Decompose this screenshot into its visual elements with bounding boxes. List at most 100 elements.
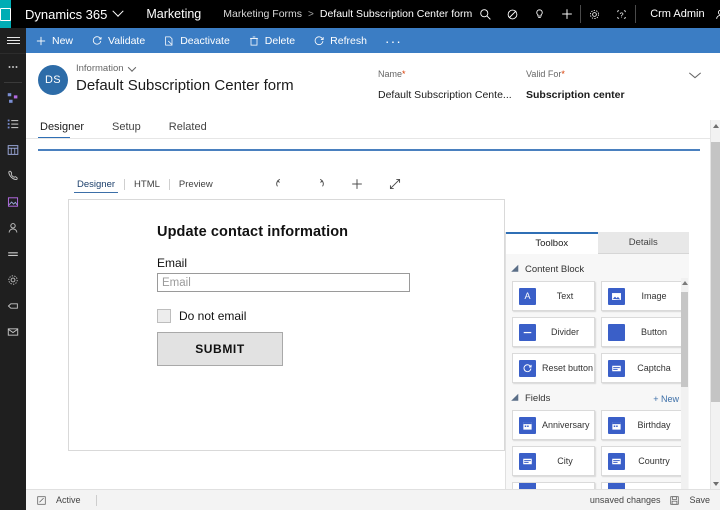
textfield-icon — [519, 453, 536, 470]
tile-anniversary[interactable]: Anniversary — [512, 410, 595, 440]
help-icon[interactable]: ? — [608, 0, 635, 28]
calendar-icon — [519, 417, 536, 434]
tab-details[interactable]: Details — [598, 232, 690, 254]
toolbox-scroll-thumb[interactable] — [681, 292, 688, 387]
designer-actions — [262, 177, 414, 191]
edit-icon[interactable] — [36, 495, 47, 506]
designer-mode-preview[interactable]: Preview — [170, 179, 222, 190]
plus-icon[interactable] — [553, 0, 580, 28]
header-field-validfor-value[interactable]: Subscription center — [526, 89, 674, 101]
designer-mode-designer[interactable]: Designer — [68, 179, 124, 190]
header-collapse-button[interactable] — [688, 71, 702, 83]
required-marker: * — [402, 69, 406, 79]
text-icon: A — [519, 288, 536, 305]
divider-icon — [519, 324, 536, 341]
breadcrumb-separator: > — [308, 9, 314, 20]
email-input[interactable]: Email — [157, 273, 410, 292]
toolbox-scrollbar[interactable] — [681, 278, 688, 500]
sidebar-item-segment[interactable] — [0, 241, 26, 267]
sidebar-item-recent[interactable] — [0, 54, 26, 80]
page-scroll-thumb[interactable] — [711, 142, 720, 402]
header-field-name-label: Name* — [378, 69, 526, 79]
app-name[interactable]: Marketing — [134, 7, 213, 21]
tile-label: City — [542, 456, 594, 466]
form-selector[interactable]: Information — [76, 63, 294, 74]
sidebar-item-tag[interactable] — [0, 293, 26, 319]
expand-icon[interactable] — [376, 177, 414, 191]
refresh-button[interactable]: Refresh — [304, 28, 376, 53]
sidebar-item-image[interactable] — [0, 189, 26, 215]
save-icon[interactable] — [669, 495, 680, 506]
overflow-button[interactable]: ··· — [376, 28, 411, 53]
sidebar-item-email[interactable] — [0, 319, 26, 345]
tile-label: Reset button — [542, 363, 594, 373]
sidebar-item-calendar[interactable] — [0, 137, 26, 163]
chevron-down-icon — [688, 71, 702, 80]
sidebar-item-contact[interactable] — [0, 215, 26, 241]
tag-icon — [6, 299, 20, 313]
app-launcher-icon[interactable] — [0, 0, 11, 28]
redo-icon[interactable] — [300, 177, 338, 191]
command-bar: New Validate Deactivate Delete Refresh ·… — [26, 28, 720, 53]
sidebar-item-settings[interactable] — [0, 267, 26, 293]
do-not-email-checkbox[interactable] — [157, 309, 171, 323]
form-canvas[interactable]: Update contact information Email Email D… — [68, 199, 505, 451]
tile-country[interactable]: Country — [601, 446, 684, 476]
toolbox-panel: Toolbox Details Content Block A Text — [505, 232, 689, 500]
textfield-icon — [608, 453, 625, 470]
collapse-triangle-icon — [511, 264, 522, 275]
page-scrollbar[interactable] — [710, 120, 720, 490]
tab-setup[interactable]: Setup — [110, 121, 153, 139]
validate-button[interactable]: Validate — [82, 28, 154, 53]
sidebar-item-phone[interactable] — [0, 163, 26, 189]
save-button[interactable]: Save — [689, 495, 710, 505]
tile-captcha[interactable]: Captcha — [601, 353, 684, 383]
product-title[interactable]: Dynamics 365 — [11, 7, 134, 22]
tile-text[interactable]: A Text — [512, 281, 595, 311]
do-not-email-label: Do not email — [179, 309, 246, 323]
lightbulb-icon[interactable] — [526, 0, 553, 28]
tile-divider[interactable]: Divider — [512, 317, 595, 347]
search-icon[interactable] — [472, 0, 499, 28]
delete-button[interactable]: Delete — [239, 28, 304, 53]
form-selector-label: Information — [76, 63, 124, 74]
scroll-up-arrow-icon[interactable] — [682, 281, 688, 285]
breadcrumb: Marketing Forms > Default Subscription C… — [213, 8, 472, 20]
tile-image[interactable]: Image — [601, 281, 684, 311]
scroll-down-arrow-icon[interactable] — [713, 482, 719, 486]
user-menu[interactable]: Crm Admin — [636, 8, 720, 21]
submit-button[interactable]: SUBMIT — [157, 332, 283, 366]
section-header-content-block[interactable]: Content Block — [514, 264, 679, 275]
undo-icon[interactable] — [262, 177, 300, 191]
new-button[interactable]: New — [26, 28, 82, 53]
status-badge: Active — [56, 495, 81, 505]
tile-label: Button — [631, 327, 683, 337]
section-title: Content Block — [525, 264, 584, 275]
sidebar-item-journey[interactable] — [0, 85, 26, 111]
nav-expand-button[interactable] — [0, 28, 26, 53]
deactivate-icon — [163, 35, 175, 47]
designer-mode-html[interactable]: HTML — [125, 179, 169, 190]
divider — [26, 138, 712, 139]
breadcrumb-parent[interactable]: Marketing Forms — [223, 8, 302, 20]
tile-city[interactable]: City — [512, 446, 595, 476]
filter-icon[interactable] — [499, 0, 526, 28]
tab-toolbox[interactable]: Toolbox — [506, 232, 598, 254]
do-not-email-row[interactable]: Do not email — [157, 309, 504, 323]
page-title: Default Subscription Center form — [76, 77, 294, 94]
tile-reset-button[interactable]: Reset button — [512, 353, 595, 383]
header-field-name-value[interactable]: Default Subscription Cente... — [378, 89, 526, 101]
sidebar-item-list[interactable] — [0, 111, 26, 137]
tile-birthday[interactable]: Birthday — [601, 410, 684, 440]
add-icon[interactable] — [338, 177, 376, 191]
deactivate-button[interactable]: Deactivate — [154, 28, 239, 53]
tile-button[interactable]: Button — [601, 317, 684, 347]
tab-designer[interactable]: Designer — [38, 121, 96, 139]
tab-related[interactable]: Related — [167, 121, 219, 139]
toolbox-tabs: Toolbox Details — [506, 232, 689, 254]
avatar — [714, 8, 720, 21]
new-field-button[interactable]: + New — [653, 394, 679, 404]
section-header-fields[interactable]: Fields + New — [514, 393, 679, 404]
gear-icon[interactable] — [581, 0, 608, 28]
scroll-up-arrow-icon[interactable] — [713, 124, 719, 128]
